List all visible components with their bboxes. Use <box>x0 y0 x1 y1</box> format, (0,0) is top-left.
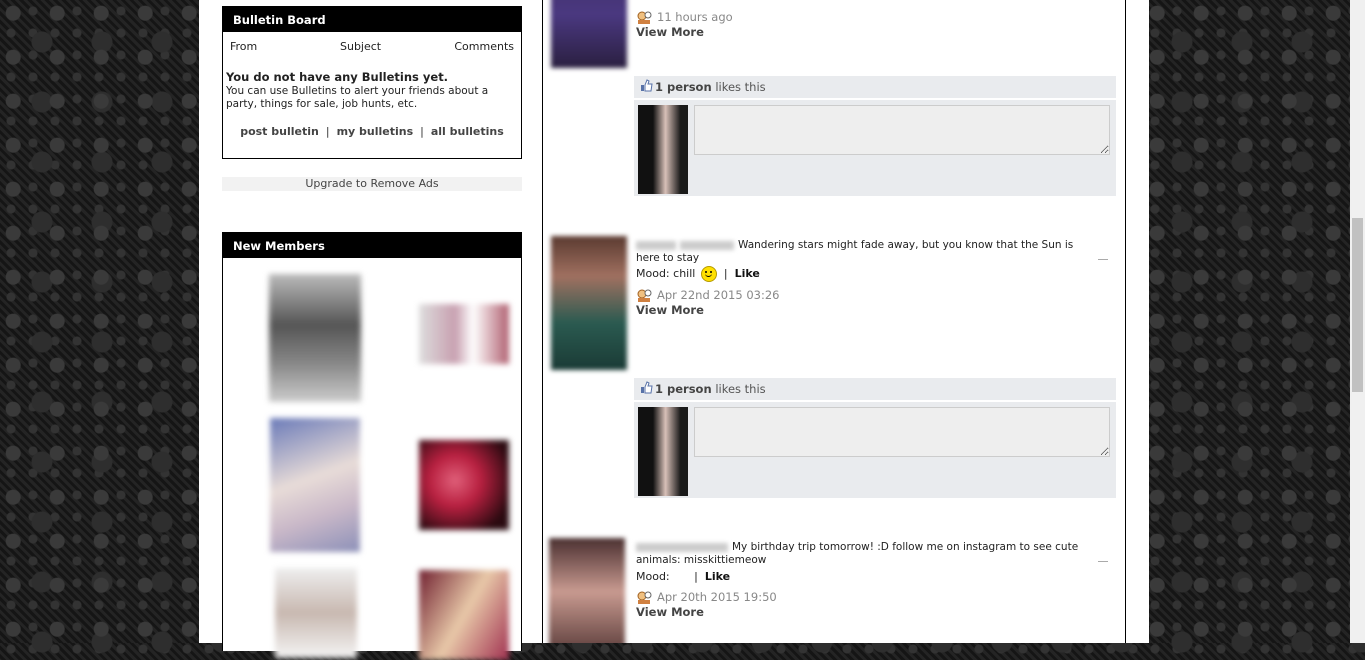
post-time: Apr 20th 2015 19:50 <box>657 590 777 604</box>
column-comments: Comments <box>454 40 514 53</box>
clock-person-icon <box>636 591 652 605</box>
separator: | <box>694 570 698 583</box>
page-scrollbar[interactable] <box>1350 0 1365 643</box>
mood-value: chill <box>673 267 696 280</box>
collapse-toggle[interactable] <box>1098 561 1108 562</box>
mood-line: Mood: | Like <box>636 570 730 583</box>
new-members-title: New Members <box>223 233 521 258</box>
comment-input[interactable] <box>694 407 1110 457</box>
all-bulletins-link[interactable]: all bulletins <box>431 125 504 138</box>
view-more-link[interactable]: View More <box>636 25 704 39</box>
member-photo[interactable] <box>419 304 509 364</box>
user-name[interactable] <box>636 542 728 552</box>
new-members-box: New Members <box>222 232 522 660</box>
bulletin-board: Bulletin Board From Subject Comments You… <box>222 6 522 159</box>
likes-count[interactable]: 1 person <box>655 382 712 396</box>
collapse-toggle[interactable] <box>1098 259 1108 260</box>
new-members-grid <box>223 258 521 660</box>
column-from: From <box>230 40 258 53</box>
likes-suffix: likes this <box>715 80 766 94</box>
bulletin-empty-title: You do not have any Bulletins yet. <box>226 70 449 84</box>
avatar <box>638 105 688 194</box>
user-name[interactable] <box>636 240 676 250</box>
likes-bar: 1 person likes this <box>634 76 1116 98</box>
post-meta: 11 hours ago View More <box>636 10 733 39</box>
post-meta: Apr 20th 2015 19:50 View More <box>636 590 777 619</box>
user-name[interactable] <box>680 240 734 250</box>
left-column: Bulletin Board From Subject Comments You… <box>222 0 522 660</box>
separator: | <box>723 267 728 280</box>
likes-count[interactable]: 1 person <box>655 80 712 94</box>
separator: | <box>420 125 424 138</box>
status-text: My birthday trip tomorrow! :D follow me … <box>636 541 1096 567</box>
avatar[interactable] <box>549 538 625 643</box>
page-content: Bulletin Board From Subject Comments You… <box>199 0 1149 660</box>
member-photo[interactable] <box>275 568 357 658</box>
likes-bar: 1 person likes this <box>634 378 1116 400</box>
bulletin-empty-message: You do not have any Bulletins yet. You c… <box>223 60 521 111</box>
avatar[interactable] <box>551 236 627 370</box>
column-divider <box>1125 0 1126 643</box>
column-subject: Subject <box>340 40 382 53</box>
member-photo[interactable] <box>419 440 509 530</box>
mood-label: Mood: <box>636 570 670 583</box>
post-meta: Apr 22nd 2015 03:26 View More <box>636 288 780 317</box>
clock-person-icon <box>636 11 652 25</box>
mood-label: Mood: <box>636 267 670 280</box>
post-bulletin-link[interactable]: post bulletin <box>240 125 319 138</box>
like-button[interactable]: Like <box>705 570 730 583</box>
upgrade-remove-ads-link[interactable]: Upgrade to Remove Ads <box>222 177 522 191</box>
comment-box <box>634 100 1116 196</box>
member-photo[interactable] <box>269 274 361 402</box>
status-text: Wandering stars might fade away, but you… <box>636 239 1096 265</box>
likes-suffix: likes this <box>715 382 766 396</box>
activity-feed: 11 hours ago View More 1 person likes th… <box>543 0 1125 643</box>
post-time: 11 hours ago <box>657 10 733 24</box>
thumbs-up-icon[interactable] <box>640 379 653 401</box>
scrollbar-thumb[interactable] <box>1352 218 1363 392</box>
post-time: Apr 22nd 2015 03:26 <box>657 288 780 302</box>
bulletin-board-title: Bulletin Board <box>223 7 521 32</box>
mood-line: Mood: chill | Like <box>636 266 760 282</box>
bulletin-columns: From Subject Comments <box>223 40 521 60</box>
bulletin-empty-desc: You can use Bulletins to alert your frie… <box>226 85 489 110</box>
my-bulletins-link[interactable]: my bulletins <box>337 125 414 138</box>
view-more-link[interactable]: View More <box>636 303 704 317</box>
like-button[interactable]: Like <box>735 267 760 280</box>
comment-box <box>634 402 1116 498</box>
clock-person-icon <box>636 289 652 303</box>
avatar <box>638 407 688 496</box>
comment-input[interactable] <box>694 105 1110 155</box>
separator: | <box>325 125 330 138</box>
avatar[interactable] <box>551 0 627 68</box>
thumbs-up-icon[interactable] <box>640 77 653 99</box>
view-more-link[interactable]: View More <box>636 605 704 619</box>
bulletin-links: post bulletin | my bulletins | all bulle… <box>223 111 521 145</box>
smiley-icon <box>700 266 717 282</box>
member-photo[interactable] <box>270 418 360 552</box>
member-photo[interactable] <box>419 570 509 660</box>
